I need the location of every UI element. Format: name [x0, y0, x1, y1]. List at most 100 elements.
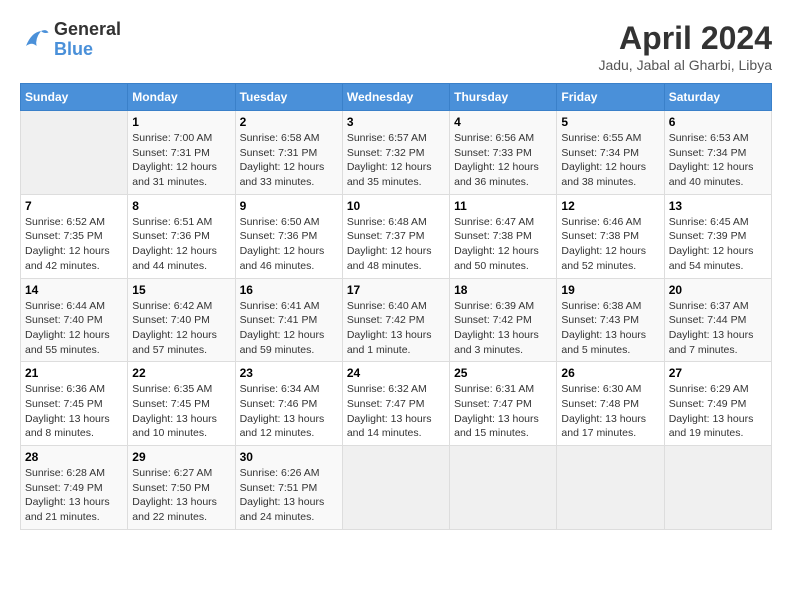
day-number: 18	[454, 283, 552, 297]
day-info: Sunrise: 6:39 AMSunset: 7:42 PMDaylight:…	[454, 299, 552, 358]
calendar-cell: 30 Sunrise: 6:26 AMSunset: 7:51 PMDayligh…	[235, 446, 342, 530]
calendar-cell: 19 Sunrise: 6:38 AMSunset: 7:43 PMDayligh…	[557, 278, 664, 362]
day-info: Sunrise: 6:42 AMSunset: 7:40 PMDaylight:…	[132, 299, 230, 358]
calendar-cell	[342, 446, 449, 530]
calendar-body: 1 Sunrise: 7:00 AMSunset: 7:31 PMDaylight…	[21, 111, 772, 530]
day-number: 23	[240, 366, 338, 380]
day-number: 11	[454, 199, 552, 213]
month-year-title: April 2024	[598, 20, 772, 57]
calendar-cell: 20Sunrise: 6:37 AMSunset: 7:44 PMDayligh…	[664, 278, 771, 362]
calendar-cell	[664, 446, 771, 530]
day-info: Sunrise: 6:37 AMSunset: 7:44 PMDaylight:…	[669, 299, 767, 358]
day-info: Sunrise: 6:47 AMSunset: 7:38 PMDaylight:…	[454, 215, 552, 274]
calendar-cell: 24 Sunrise: 6:32 AMSunset: 7:47 PMDayligh…	[342, 362, 449, 446]
day-number: 17	[347, 283, 445, 297]
calendar-cell: 14 Sunrise: 6:44 AMSunset: 7:40 PMDayligh…	[21, 278, 128, 362]
day-number: 25	[454, 366, 552, 380]
calendar-cell: 28 Sunrise: 6:28 AMSunset: 7:49 PMDayligh…	[21, 446, 128, 530]
weekday-header-monday: Monday	[128, 84, 235, 111]
calendar-cell: 11 Sunrise: 6:47 AMSunset: 7:38 PMDayligh…	[450, 194, 557, 278]
day-info: Sunrise: 6:36 AMSunset: 7:45 PMDaylight:…	[25, 382, 123, 441]
calendar-cell: 18 Sunrise: 6:39 AMSunset: 7:42 PMDayligh…	[450, 278, 557, 362]
day-number: 3	[347, 115, 445, 129]
calendar-cell	[21, 111, 128, 195]
calendar-cell: 21 Sunrise: 6:36 AMSunset: 7:45 PMDayligh…	[21, 362, 128, 446]
calendar-cell	[450, 446, 557, 530]
calendar-cell: 26Sunrise: 6:30 AMSunset: 7:48 PMDayligh…	[557, 362, 664, 446]
weekday-header-saturday: Saturday	[664, 84, 771, 111]
calendar-week-row: 21 Sunrise: 6:36 AMSunset: 7:45 PMDayligh…	[21, 362, 772, 446]
day-info: Sunrise: 7:00 AMSunset: 7:31 PMDaylight:…	[132, 131, 230, 190]
day-number: 29	[132, 450, 230, 464]
calendar-cell: 13 Sunrise: 6:45 AMSunset: 7:39 PMDayligh…	[664, 194, 771, 278]
day-number: 1	[132, 115, 230, 129]
day-info: Sunrise: 6:53 AMSunset: 7:34 PMDaylight:…	[669, 131, 767, 190]
day-number: 19	[561, 283, 659, 297]
calendar-cell: 6 Sunrise: 6:53 AMSunset: 7:34 PMDaylight…	[664, 111, 771, 195]
day-info: Sunrise: 6:41 AMSunset: 7:41 PMDaylight:…	[240, 299, 338, 358]
day-info: Sunrise: 6:40 AMSunset: 7:42 PMDaylight:…	[347, 299, 445, 358]
day-info: Sunrise: 6:32 AMSunset: 7:47 PMDaylight:…	[347, 382, 445, 441]
logo-text: General Blue	[54, 20, 121, 60]
calendar-cell: 16Sunrise: 6:41 AMSunset: 7:41 PMDayligh…	[235, 278, 342, 362]
day-number: 9	[240, 199, 338, 213]
day-number: 13	[669, 199, 767, 213]
weekday-header-thursday: Thursday	[450, 84, 557, 111]
weekday-header-wednesday: Wednesday	[342, 84, 449, 111]
day-info: Sunrise: 6:46 AMSunset: 7:38 PMDaylight:…	[561, 215, 659, 274]
calendar-cell	[557, 446, 664, 530]
calendar-week-row: 1 Sunrise: 7:00 AMSunset: 7:31 PMDaylight…	[21, 111, 772, 195]
day-number: 15	[132, 283, 230, 297]
calendar-cell: 23Sunrise: 6:34 AMSunset: 7:46 PMDayligh…	[235, 362, 342, 446]
calendar-cell: 15 Sunrise: 6:42 AMSunset: 7:40 PMDayligh…	[128, 278, 235, 362]
calendar-week-row: 14 Sunrise: 6:44 AMSunset: 7:40 PMDayligh…	[21, 278, 772, 362]
calendar-header: SundayMondayTuesdayWednesdayThursdayFrid…	[21, 84, 772, 111]
calendar-week-row: 7 Sunrise: 6:52 AMSunset: 7:35 PMDaylight…	[21, 194, 772, 278]
day-number: 6	[669, 115, 767, 129]
day-number: 7	[25, 199, 123, 213]
calendar-cell: 29 Sunrise: 6:27 AMSunset: 7:50 PMDayligh…	[128, 446, 235, 530]
day-info: Sunrise: 6:45 AMSunset: 7:39 PMDaylight:…	[669, 215, 767, 274]
calendar-cell: 3 Sunrise: 6:57 AMSunset: 7:32 PMDaylight…	[342, 111, 449, 195]
day-info: Sunrise: 6:52 AMSunset: 7:35 PMDaylight:…	[25, 215, 123, 274]
day-info: Sunrise: 6:44 AMSunset: 7:40 PMDaylight:…	[25, 299, 123, 358]
calendar-week-row: 28 Sunrise: 6:28 AMSunset: 7:49 PMDayligh…	[21, 446, 772, 530]
day-number: 12	[561, 199, 659, 213]
calendar-cell: 10Sunrise: 6:48 AMSunset: 7:37 PMDayligh…	[342, 194, 449, 278]
weekday-header-sunday: Sunday	[21, 84, 128, 111]
day-number: 27	[669, 366, 767, 380]
day-number: 24	[347, 366, 445, 380]
day-number: 14	[25, 283, 123, 297]
title-block: April 2024 Jadu, Jabal al Gharbi, Libya	[598, 20, 772, 73]
day-number: 22	[132, 366, 230, 380]
day-number: 21	[25, 366, 123, 380]
location-subtitle: Jadu, Jabal al Gharbi, Libya	[598, 57, 772, 73]
calendar-cell: 17 Sunrise: 6:40 AMSunset: 7:42 PMDayligh…	[342, 278, 449, 362]
logo-bird-icon	[20, 25, 50, 55]
calendar-cell: 9 Sunrise: 6:50 AMSunset: 7:36 PMDaylight…	[235, 194, 342, 278]
day-number: 8	[132, 199, 230, 213]
calendar-cell: 8 Sunrise: 6:51 AMSunset: 7:36 PMDaylight…	[128, 194, 235, 278]
calendar-cell: 5Sunrise: 6:55 AMSunset: 7:34 PMDaylight…	[557, 111, 664, 195]
calendar-cell: 7 Sunrise: 6:52 AMSunset: 7:35 PMDaylight…	[21, 194, 128, 278]
day-info: Sunrise: 6:38 AMSunset: 7:43 PMDaylight:…	[561, 299, 659, 358]
weekday-header-tuesday: Tuesday	[235, 84, 342, 111]
day-info: Sunrise: 6:48 AMSunset: 7:37 PMDaylight:…	[347, 215, 445, 274]
logo: General Blue	[20, 20, 121, 60]
calendar-cell: 4Sunrise: 6:56 AMSunset: 7:33 PMDaylight…	[450, 111, 557, 195]
day-info: Sunrise: 6:57 AMSunset: 7:32 PMDaylight:…	[347, 131, 445, 190]
day-number: 28	[25, 450, 123, 464]
calendar-table: SundayMondayTuesdayWednesdayThursdayFrid…	[20, 83, 772, 530]
day-info: Sunrise: 6:56 AMSunset: 7:33 PMDaylight:…	[454, 131, 552, 190]
weekday-header-row: SundayMondayTuesdayWednesdayThursdayFrid…	[21, 84, 772, 111]
page-header: General Blue April 2024 Jadu, Jabal al G…	[20, 20, 772, 73]
calendar-cell: 2Sunrise: 6:58 AMSunset: 7:31 PMDaylight…	[235, 111, 342, 195]
day-info: Sunrise: 6:50 AMSunset: 7:36 PMDaylight:…	[240, 215, 338, 274]
day-info: Sunrise: 6:28 AMSunset: 7:49 PMDaylight:…	[25, 466, 123, 525]
calendar-cell: 27 Sunrise: 6:29 AMSunset: 7:49 PMDayligh…	[664, 362, 771, 446]
day-number: 30	[240, 450, 338, 464]
day-info: Sunrise: 6:29 AMSunset: 7:49 PMDaylight:…	[669, 382, 767, 441]
day-info: Sunrise: 6:27 AMSunset: 7:50 PMDaylight:…	[132, 466, 230, 525]
day-info: Sunrise: 6:26 AMSunset: 7:51 PMDaylight:…	[240, 466, 338, 525]
day-info: Sunrise: 6:51 AMSunset: 7:36 PMDaylight:…	[132, 215, 230, 274]
